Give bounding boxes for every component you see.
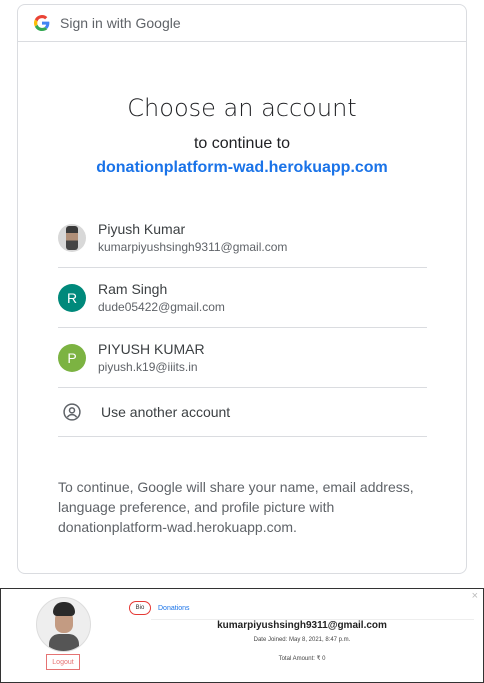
- account-list: Piyush Kumar kumarpiyushsingh9311@gmail.…: [58, 208, 427, 437]
- profile-avatar: [36, 597, 91, 652]
- account-name: Ram Singh: [98, 281, 168, 297]
- page-title: Choose an account: [127, 94, 357, 122]
- dialog-header: Sign in with Google: [18, 5, 466, 42]
- subtitle: to continue to: [193, 135, 291, 152]
- header-label: Sign in with Google: [60, 15, 181, 31]
- avatar: R: [58, 283, 86, 312]
- google-logo-icon: [34, 15, 50, 31]
- account-email: kumarpiyushsingh9311@gmail.com: [98, 240, 288, 254]
- avatar: P: [58, 343, 86, 372]
- use-another-account-button[interactable]: Use another account: [58, 388, 427, 437]
- account-item-piyush-kumar-iiits[interactable]: P PIYUSH KUMAR piyush.k19@iiits.in: [58, 328, 427, 388]
- tab-bio[interactable]: Bio: [129, 601, 151, 615]
- account-circle-icon: [63, 403, 81, 421]
- date-joined: Date Joined: May 8, 2021, 8:47 p.m.: [253, 637, 351, 643]
- profile-email: kumarpiyushsingh9311@gmail.com: [217, 620, 387, 631]
- account-name: PIYUSH KUMAR: [98, 341, 205, 357]
- account-item-piyush-kumar[interactable]: Piyush Kumar kumarpiyushsingh9311@gmail.…: [58, 208, 427, 268]
- profile-panel: × Logout Bio Donations kumarpiyushsingh9…: [0, 588, 484, 683]
- account-name: Piyush Kumar: [98, 221, 186, 237]
- account-email: dude05422@gmail.com: [98, 300, 225, 314]
- app-domain-link[interactable]: donationplatform-wad.herokuapp.com: [18, 159, 466, 177]
- google-signin-dialog: Sign in with Google Choose an account to…: [17, 4, 467, 574]
- logout-button[interactable]: Logout: [46, 654, 80, 670]
- close-icon[interactable]: ×: [472, 590, 478, 602]
- avatar: [58, 223, 86, 252]
- account-item-ram-singh[interactable]: R Ram Singh dude05422@gmail.com: [58, 268, 427, 328]
- total-amount: Total Amount: ₹ 0: [278, 656, 326, 662]
- privacy-disclaimer: To continue, Google will share your name…: [58, 479, 414, 535]
- account-email: piyush.k19@iiits.in: [98, 360, 198, 374]
- tab-donations[interactable]: Donations: [158, 605, 190, 612]
- use-another-label: Use another account: [101, 404, 231, 420]
